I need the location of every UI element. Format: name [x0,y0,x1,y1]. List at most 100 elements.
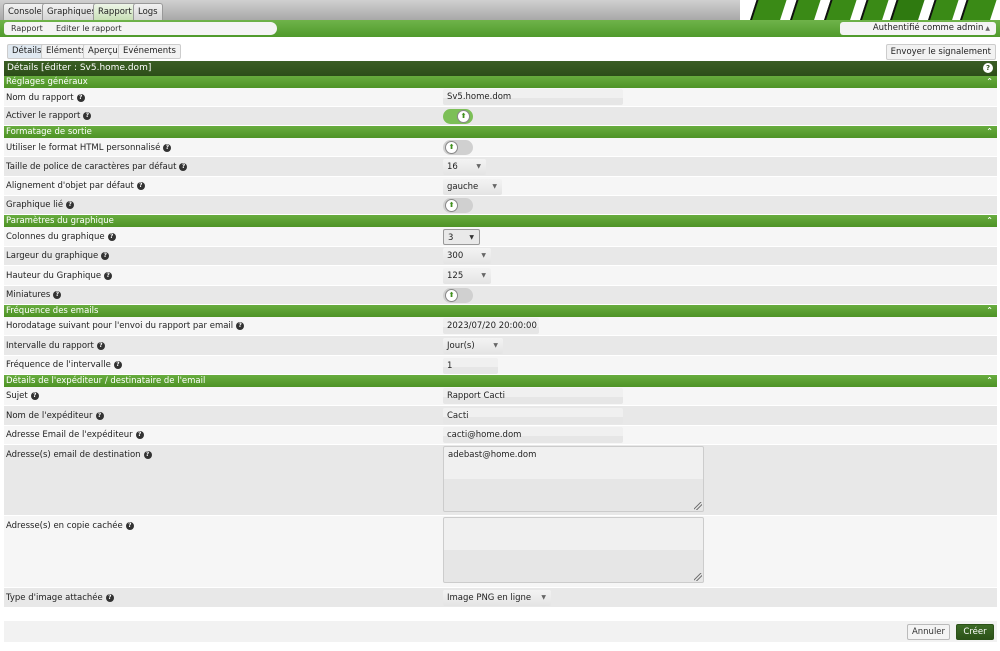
help-icon[interactable]: ? [143,450,152,459]
report-name-input[interactable]: Sv5.home.dom [443,89,623,105]
subtab-evenements[interactable]: Evénements [118,44,181,59]
row-subject: Sujet? Rapport Cacti [4,387,997,406]
collapse-icon[interactable]: ⌃ [986,215,993,227]
help-icon[interactable]: ? [53,290,62,299]
help-icon[interactable]: ? [95,411,104,420]
row-next-timestamp: Horodatage suivant pour l'envoi du rappo… [4,317,997,336]
help-icon[interactable]: ? [125,521,134,530]
help-icon[interactable]: ? [30,391,39,400]
field-label: Nom du rapport? [6,93,85,103]
sender-email-input[interactable]: cacti@home.dom [443,427,623,443]
help-icon[interactable]: ? [236,321,245,330]
help-icon[interactable]: ? [136,181,145,190]
dest-email-textarea[interactable]: adebast@home.dom [443,446,704,512]
help-icon[interactable]: ? [104,271,113,280]
cancel-button[interactable]: Annuler [907,624,950,640]
dropdown-arrow-icon: ▼ [481,252,486,259]
section-sender[interactable]: Détails de l'expéditeur / destinataire d… [4,375,997,387]
font-size-select[interactable]: 16 ▼ [443,159,486,175]
resize-grip-icon[interactable] [694,573,702,581]
textarea-value: adebast@home.dom [448,450,537,460]
tab-rapport[interactable]: Rapport [93,3,137,20]
image-type-select[interactable]: Image PNG en ligne ▼ [443,590,551,606]
section-general[interactable]: Réglages généraux ⌃ [4,76,997,88]
graph-linked-toggle[interactable]: ⬆ [443,198,473,213]
field-label: Intervalle du rapport? [6,341,105,351]
form-footer: Annuler Créer [4,621,997,642]
user-menu[interactable]: Authentifié comme admin ▲ [840,22,996,35]
help-icon[interactable]: ? [76,93,85,102]
field-label: Adresse Email de l'expéditeur? [6,430,144,440]
thumbnails-toggle[interactable]: ⬆ [443,288,473,303]
graph-columns-select[interactable]: 3 ▼ [443,229,480,245]
help-icon[interactable]: ? [101,251,110,260]
row-custom-html: Utiliser le format HTML personnalisé? ⬆ [4,138,997,157]
dropdown-arrow-icon: ▼ [476,163,481,170]
field-label: Adresse(s) en copie cachée? [6,521,134,531]
field-label: Nom de l'expéditeur? [6,411,104,421]
tab-logs[interactable]: Logs [133,3,163,20]
collapse-icon[interactable]: ⌃ [986,76,993,88]
section-output[interactable]: Formatage de sortie ⌃ [4,126,997,138]
caret-up-icon: ▲ [985,25,990,32]
row-graph-width: Largeur du graphique? 300 ▼ [4,247,997,266]
alignment-select[interactable]: gauche ▼ [443,179,502,195]
graph-height-select[interactable]: 125 ▼ [443,268,491,284]
help-icon[interactable]: ? [105,593,114,602]
row-bcc: Adresse(s) en copie cachée? [4,516,997,588]
panel-title: Détails [éditer : Sv5.home.dom] [7,63,152,73]
collapse-icon[interactable]: ⌃ [986,375,993,387]
create-button[interactable]: Créer [956,624,994,640]
row-sender-email: Adresse Email de l'expéditeur? cacti@hom… [4,426,997,445]
breadcrumb-item-rapport[interactable]: Rapport [4,22,50,35]
help-icon[interactable]: ? [179,162,188,171]
dropdown-arrow-icon: ▼ [481,272,486,279]
row-image-type: Type d'image attachée? Image PNG en lign… [4,588,997,608]
top-nav-bar: Console Graphiques Rapport Logs [0,0,1000,22]
sender-name-input[interactable]: Cacti [443,408,623,424]
graph-width-select[interactable]: 300 ▼ [443,248,491,264]
row-sender-name: Nom de l'expéditeur? Cacti [4,406,997,426]
dropdown-arrow-icon: ▼ [493,342,498,349]
section-title: Détails de l'expéditeur / destinataire d… [6,376,206,386]
enable-report-toggle[interactable]: ⬆ [443,109,473,124]
subtab-apercu[interactable]: Aperçu [83,44,123,59]
help-icon[interactable]: ? [163,143,172,152]
section-title: Fréquence des emails [6,306,99,316]
field-label: Sujet? [6,391,39,401]
tab-console[interactable]: Console [3,3,47,20]
toggle-knob-icon: ⬆ [445,289,458,302]
help-icon[interactable]: ? [107,232,116,241]
report-interval-select[interactable]: Jour(s) ▼ [443,338,503,354]
row-graph-height: Hauteur du Graphique? 125 ▼ [4,266,997,286]
field-label: Graphique lié? [6,200,75,210]
dropdown-arrow-icon: ▼ [541,594,546,601]
dropdown-arrow-icon: ▼ [469,234,474,241]
row-font-size: Taille de police de caractères par défau… [4,157,997,177]
row-graph-columns: Colonnes du graphique? 3 ▼ [4,227,997,247]
auth-label: Authentifié comme admin [872,23,984,33]
custom-html-toggle[interactable]: ⬆ [443,140,473,155]
toggle-knob-icon: ⬆ [445,199,458,212]
help-icon[interactable]: ? [96,341,105,350]
help-icon[interactable]: ? [83,111,92,120]
help-icon[interactable]: ? [66,200,75,209]
section-email-frequency[interactable]: Fréquence des emails ⌃ [4,305,997,317]
help-icon[interactable]: ? [983,63,993,73]
send-report-button[interactable]: Envoyer le signalement [885,44,996,60]
field-label: Adresse(s) email de destination? [6,450,152,460]
collapse-icon[interactable]: ⌃ [986,126,993,138]
next-timestamp-input[interactable]: 2023/07/20 20:00:00 [443,318,539,334]
help-icon[interactable]: ? [113,360,122,369]
subject-input[interactable]: Rapport Cacti [443,388,623,404]
resize-grip-icon[interactable] [694,502,702,510]
field-label: Taille de police de caractères par défau… [6,162,188,172]
collapse-icon[interactable]: ⌃ [986,305,993,317]
section-graph[interactable]: Paramètres du graphique ⌃ [4,215,997,227]
breadcrumb-item-edit: Editer le rapport [44,22,277,35]
bcc-textarea[interactable] [443,517,704,583]
interval-frequency-input[interactable]: 1 [443,358,498,374]
dropdown-arrow-icon: ▼ [492,183,497,190]
help-icon[interactable]: ? [135,430,144,439]
toggle-knob-icon: ⬆ [457,110,470,123]
